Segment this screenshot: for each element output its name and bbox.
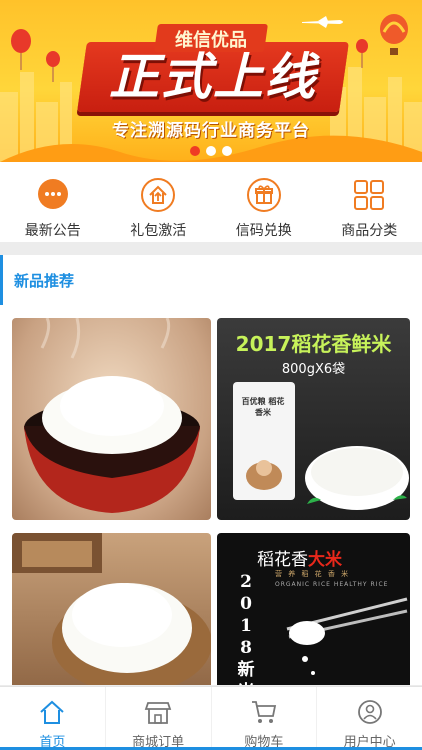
banner-headline: 正式上线 [109,48,317,106]
quick-nav: 最新公告 礼包激活 信码兑换 商品分类 [0,162,422,242]
tab-home[interactable]: 首页 [0,687,106,750]
quicknav-item-categories[interactable]: 商品分类 [317,162,422,242]
tab-user-center[interactable]: 用户中心 [317,687,422,750]
upload-house-icon [139,176,177,214]
airplane-icon [302,16,343,28]
chat-bubble-icon [34,176,72,214]
tab-orders[interactable]: 商城订单 [106,687,212,750]
year-char: 新 [237,660,255,680]
year-char: 0 [240,594,252,614]
product-subtitle: 800gX6袋 [281,362,346,377]
product-title-part: 稻花香 [257,550,308,570]
year-char: 1 [240,616,252,636]
bag-label: 百优粮 稻花香米 [241,397,285,417]
home-icon [40,700,65,724]
carousel-dot[interactable] [222,146,232,156]
product-title-highlight: 大米 [308,550,342,570]
balloon-icon [46,51,60,82]
cart-icon [251,701,276,723]
quicknav-item-code-redeem[interactable]: 信码兑换 [211,162,317,242]
product-card[interactable] [12,318,211,520]
year-char: 米 [235,681,257,685]
balloon-icon [356,39,368,68]
product-card[interactable]: 稻花香大米 营 养 稻 花 香 米 ORGANIC RICE HEALTHY R… [217,533,410,685]
quicknav-label: 最新公告 [24,223,81,239]
carousel-dot[interactable] [190,146,200,156]
product-tagline-en: ORGANIC RICE HEALTHY RICE [275,581,389,588]
section-header: 新品推荐 [0,255,422,305]
carousel-dots [0,146,422,156]
quicknav-label: 信码兑换 [235,223,292,239]
banner-subtitle: 专注溯源码行业商务平台 [112,121,310,141]
rice-bowl-image [24,318,200,513]
year-char: 2 [240,572,252,592]
carousel-dot[interactable] [206,146,216,156]
gift-icon [245,176,283,214]
shop-icon [144,702,172,724]
tab-cart[interactable]: 购物车 [212,687,318,750]
product-tagline: 营 养 稻 花 香 米 [275,570,351,578]
year-char: 8 [240,638,252,658]
product-title: 稻花香大米 [257,545,342,570]
chopsticks-rice-image [286,597,408,675]
product-grid: 2017稻花香鲜米 800gX6袋 百优粮 稻花香米 稻花香大米 营 养 稻 花… [0,305,422,685]
product-year-vertical: 2 0 1 8 新 米 [235,571,257,685]
product-card[interactable]: 2017稻花香鲜米 800gX6袋 百优粮 稻花香米 [217,318,410,520]
quicknav-label: 商品分类 [341,223,398,239]
section-title: 新品推荐 [14,272,75,290]
promo-banner[interactable]: 维信优品 正式上线 专注溯源码行业商务平台 [0,0,422,162]
rice-basket-image [12,533,211,685]
product-card[interactable] [12,533,211,685]
quicknav-item-announcements[interactable]: 最新公告 [0,162,106,242]
quicknav-label: 礼包激活 [130,223,187,239]
product-title: 2017稻花香鲜米 [235,332,392,356]
quicknav-item-gift-activation[interactable]: 礼包激活 [106,162,212,242]
grid-icon [350,176,388,214]
balloon-icon [11,29,31,70]
bottom-tab-bar: 首页 商城订单 购物车 用户中心 [0,686,422,750]
user-icon [357,700,382,724]
hot-air-balloon-icon [380,14,408,55]
